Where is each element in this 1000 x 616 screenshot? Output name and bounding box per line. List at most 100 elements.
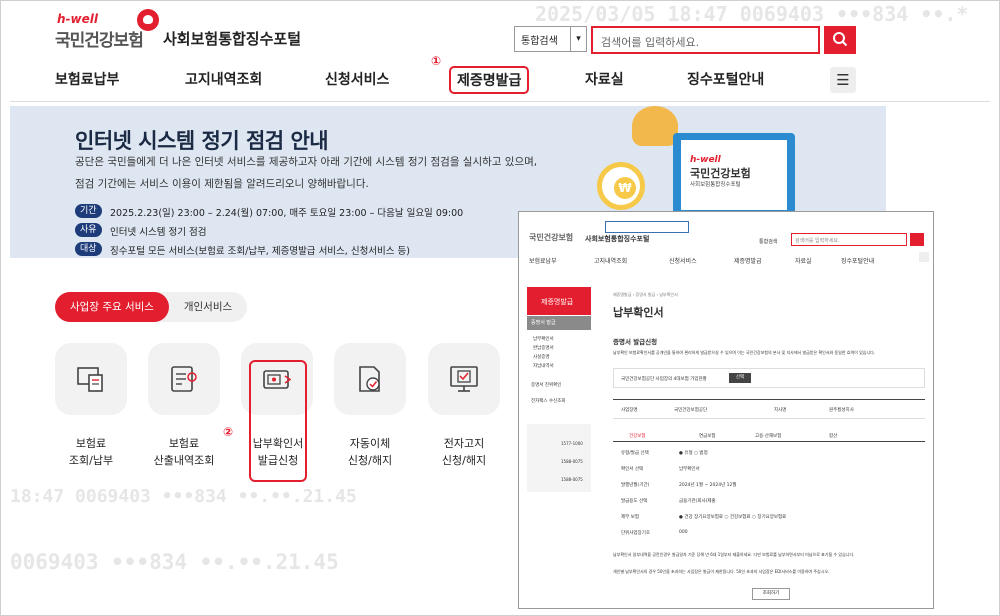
- search-placeholder: 검색어를 입력하세요.: [601, 36, 700, 49]
- inset-side-item[interactable]: 자납내역서: [533, 363, 554, 369]
- inset-side-item[interactable]: 납부확인서: [533, 336, 554, 342]
- nav-item-premium-payment[interactable]: 보험료납부: [55, 69, 119, 89]
- search-scope-value: 통합검색: [521, 36, 558, 47]
- inset-side-extra[interactable]: 증명서 진위확인: [531, 382, 561, 388]
- portal-name: 사회보험통합징수포털: [163, 30, 302, 48]
- service-label-line: 신청/해지: [347, 454, 393, 467]
- inset-search-button[interactable]: [910, 233, 924, 246]
- service-tile-calculation-history[interactable]: [148, 343, 220, 415]
- banner-description: 점검 기간에는 서비스 이용이 제한됨을 알려드리오니 양해바랍니다.: [75, 178, 369, 190]
- inset-form-label: 확인서 선택: [621, 467, 644, 472]
- service-tile-e-notice[interactable]: [428, 343, 500, 415]
- reason-text: 인터넷 시스템 정기 점검: [110, 227, 207, 238]
- inset-nav-item[interactable]: 신청서비스: [669, 256, 697, 265]
- service-label-line: 산출내역조회: [153, 454, 215, 467]
- service-label-payment-certificate[interactable]: 납부확인서발급신청: [226, 435, 330, 469]
- service-label-line: 납부확인서: [252, 437, 304, 450]
- inset-biz-value: 국민건강보험공단: [674, 408, 708, 413]
- service-label-line: 전자고지: [443, 437, 485, 450]
- step-marker-1: ①: [431, 54, 442, 68]
- tab-personal-services[interactable]: 개인서비스: [169, 292, 247, 322]
- search-button[interactable]: [824, 26, 856, 54]
- inset-form-tab[interactable]: 합산: [829, 433, 837, 439]
- inset-footnote: 개인별 납부확인서의 경우 50인을 초과하는 사업장은 발급이 제한됩니다. …: [613, 569, 830, 574]
- search-scope-select[interactable]: 통합검색 ▾: [514, 26, 587, 52]
- inset-form-value[interactable]: 2024년 1월 ~ 2024년 12월: [679, 482, 737, 488]
- banner-description: 공단은 국민들에게 더 나은 인터넷 서비스를 제공하고자 아래 기간에 시스템…: [75, 156, 538, 168]
- service-label-e-notice[interactable]: 전자고지 신청/해지: [412, 435, 516, 469]
- target-tag: 대상: [75, 242, 102, 256]
- chevron-down-icon: ▾: [570, 27, 586, 51]
- nhis-logo[interactable]: h-well 국민건강보험: [55, 12, 144, 51]
- nav-item-portal-info[interactable]: 징수포털안내: [687, 69, 764, 89]
- inset-footnote: 납부확인서 일부내역을 공란인경우 발급일자 기준 당해 년 6대 1일부터 제…: [613, 552, 855, 557]
- inset-search-scope[interactable]: 통합검색: [759, 238, 777, 245]
- service-label-calculation-history[interactable]: 보험료산출내역조회: [132, 435, 236, 469]
- inset-side-extra[interactable]: 전자팩스 수신조회: [531, 398, 566, 404]
- nav-item-notice-history[interactable]: 고지내역조회: [185, 69, 262, 89]
- inset-form-label: 제부 보험: [621, 515, 639, 520]
- won-coin-icon: ₩: [614, 177, 636, 199]
- inset-form-value[interactable]: 금융기관(회사)제출: [679, 498, 716, 504]
- nav-item-certificate[interactable]: 제증명발급: [449, 66, 530, 94]
- inset-form-value[interactable]: 000: [679, 530, 688, 535]
- heart-logo-icon: [137, 9, 159, 31]
- inset-branch-label: 지사명: [774, 408, 787, 413]
- inset-form-label: 단위사업장기호: [621, 531, 650, 536]
- inset-hamburger-icon[interactable]: [919, 252, 929, 262]
- inset-nav-item[interactable]: 제증명발급: [734, 256, 762, 265]
- inset-section-title: 증명서 발급신청: [613, 338, 658, 346]
- inset-side-item[interactable]: 완납증명서: [533, 345, 554, 351]
- nav-item-resources[interactable]: 자료실: [585, 69, 624, 89]
- search-icon: [833, 32, 848, 47]
- inset-nav-item[interactable]: 보험료납부: [529, 256, 557, 265]
- service-tile-premium-inquiry[interactable]: [55, 343, 127, 415]
- inset-form-value[interactable]: ● 유형 ○ 법정: [679, 450, 708, 456]
- inset-form-tab[interactable]: 고용·산재보험: [755, 433, 781, 439]
- target-text: 징수포털 모든 서비스(보험료 조회/납부, 제증명발급 서비스, 신청서비스 …: [110, 246, 410, 257]
- service-label-line: 발급신청: [257, 454, 299, 467]
- banner-title: 인터넷 시스템 정기 점검 안내: [75, 129, 329, 153]
- inset-phone: 1577-1000: [561, 441, 583, 446]
- inset-form-value[interactable]: 납부확인서: [679, 466, 700, 472]
- service-label-line: 보험료: [168, 437, 200, 450]
- inset-blue-focus-box: [605, 221, 689, 233]
- inset-form-tab[interactable]: 건강보험: [629, 433, 646, 439]
- inset-search-placeholder: 검색어를 입력하세요.: [795, 238, 840, 244]
- inset-phone: 1588-0075: [561, 477, 583, 482]
- service-label-line: 조회/납부: [68, 454, 114, 467]
- e-notice-icon: [450, 366, 478, 392]
- reason-tag: 사유: [75, 223, 102, 237]
- inset-search-input[interactable]: 검색어를 입력하세요.: [791, 233, 907, 246]
- inset-member-select-button[interactable]: 선택: [729, 373, 751, 383]
- inset-nav-item[interactable]: 징수포털안내: [841, 256, 874, 265]
- inset-form-tab[interactable]: 연금보험: [699, 433, 716, 439]
- inset-form-value[interactable]: ● 건강 장기요양보험료 ○ 건강보험료 ○ 장기요양보험료: [679, 514, 786, 520]
- inset-submit-button[interactable]: 조회하기: [752, 588, 790, 600]
- nav-item-application[interactable]: 신청서비스: [325, 69, 389, 89]
- inset-biz-row: [613, 399, 925, 419]
- inset-nav-item[interactable]: 자료실: [795, 256, 812, 265]
- inset-page-title: 납부확인서: [613, 306, 664, 319]
- service-label-premium-inquiry[interactable]: 보험료 조회/납부: [39, 435, 143, 469]
- inset-side-section[interactable]: 증명서 발급: [531, 319, 556, 326]
- search-input[interactable]: 검색어를 입력하세요.: [591, 26, 820, 54]
- service-tile-auto-transfer[interactable]: [334, 343, 406, 415]
- inset-biz-label: 사업장명: [621, 408, 638, 413]
- monitor-brand-sub: 사회보험통합징수포털: [690, 182, 741, 188]
- inset-breadcrumb: 제증명발급 › 증명서 발급 › 납부확인서: [613, 292, 678, 297]
- inset-portal-name: 사회보험통합징수포털: [585, 235, 650, 243]
- service-label-auto-transfer[interactable]: 자동이체신청/해지: [318, 435, 422, 469]
- tab-business-services[interactable]: 사업장 주요 서비스: [55, 292, 169, 322]
- coin-stack-illustration: [632, 106, 678, 146]
- inset-form-label: 유형/발급 선택: [621, 451, 649, 456]
- hamburger-menu-button[interactable]: ☰: [830, 67, 856, 93]
- hamburger-icon: ☰: [836, 71, 850, 89]
- monitor-brand-main: 국민건강보험: [690, 167, 751, 180]
- inset-branch-value: 원주횡성지사: [829, 408, 854, 413]
- service-label-line: 자동이체: [349, 437, 391, 450]
- inset-side-item[interactable]: 사실증명: [533, 354, 550, 360]
- logo-brand-main: 국민건강보험: [55, 31, 144, 51]
- inset-nav-item[interactable]: 고지내역조회: [594, 256, 627, 265]
- inset-logo[interactable]: 국민건강보험: [529, 232, 573, 243]
